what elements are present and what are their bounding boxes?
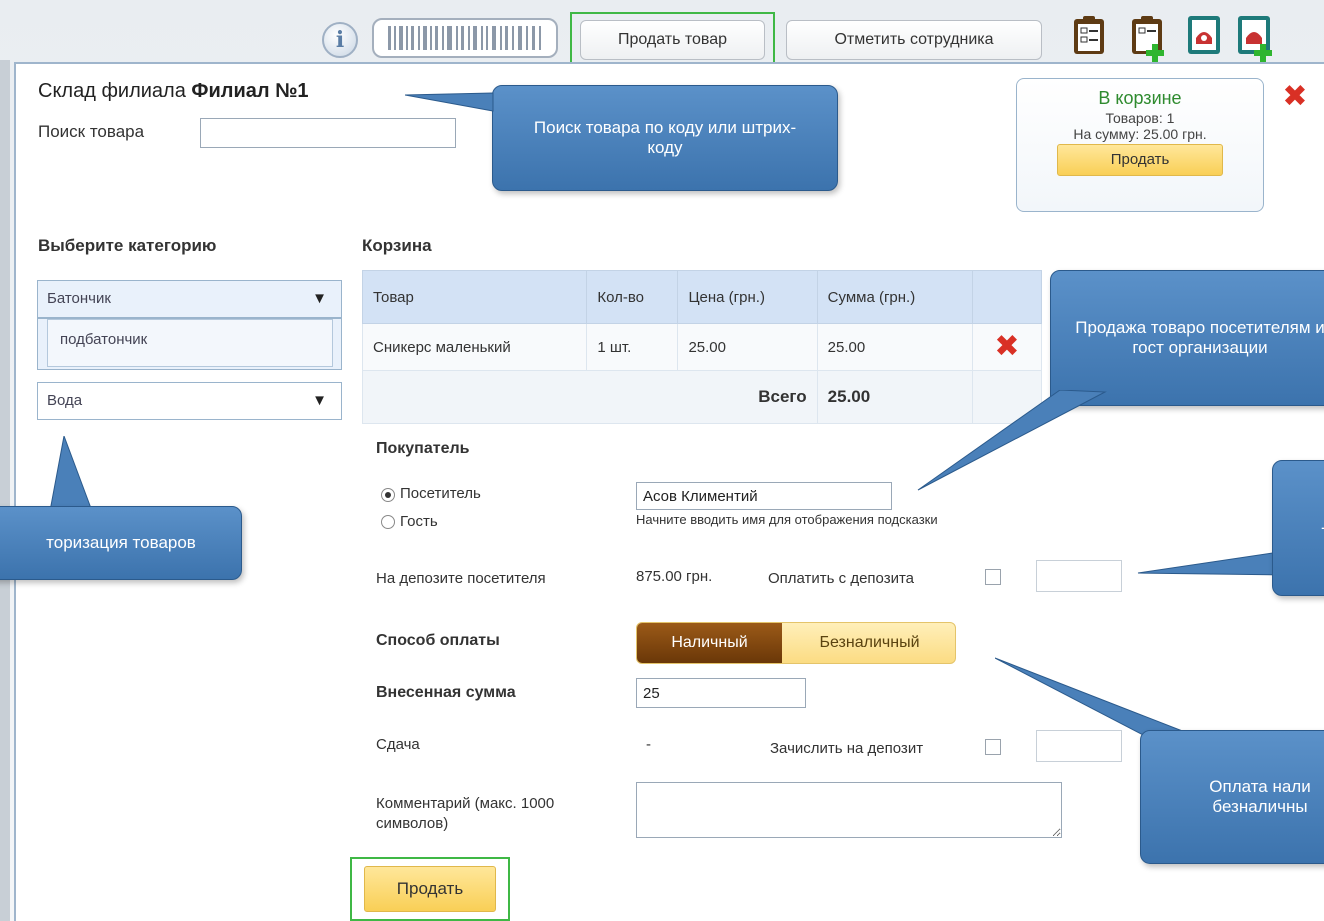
pay-from-deposit-label: Оплатить с депозита bbox=[768, 570, 915, 587]
table-header-row: Товар Кол-во Цена (грн.) Сумма (грн.) bbox=[361, 270, 1043, 324]
credit-deposit-checkbox[interactable] bbox=[985, 739, 1001, 755]
chevron-down-icon: ▼ bbox=[312, 392, 327, 409]
column-header: Цена (грн.) bbox=[677, 270, 818, 324]
table-row: Сникерс маленький 1 шт. 25.00 25.00 ✖ bbox=[361, 323, 1043, 371]
column-header-actions bbox=[971, 270, 1043, 324]
remove-item-icon[interactable]: ✖ bbox=[994, 332, 1019, 362]
phone-book-add-icon[interactable] bbox=[1236, 14, 1272, 62]
callout-categories: торизация товаров bbox=[0, 506, 242, 580]
title-prefix: Склад филиала bbox=[38, 80, 186, 102]
sell-product-button[interactable]: Продать товар bbox=[580, 20, 765, 60]
radio-dot bbox=[385, 492, 391, 498]
column-header: Кол-во bbox=[586, 270, 679, 324]
comment-textarea[interactable] bbox=[636, 782, 1062, 838]
category-podbatonchik[interactable]: подбатончик bbox=[37, 318, 342, 370]
cell-sum: 25.00 bbox=[816, 323, 973, 371]
change-label: Сдача bbox=[376, 736, 420, 753]
deposit-label: На депозите посетителя bbox=[376, 570, 546, 587]
paid-amount-label: Внесенная сумма bbox=[376, 684, 516, 701]
buyer-hint: Начните вводить имя для отображения подс… bbox=[636, 512, 938, 527]
credit-deposit-input[interactable] bbox=[1036, 730, 1122, 762]
pay-from-deposit-checkbox[interactable] bbox=[985, 569, 1001, 585]
cell-remove: ✖ bbox=[971, 323, 1043, 371]
callout-sale-to-pointer bbox=[917, 390, 1107, 491]
cart-summary-amount: На сумму: 25.00 грн. bbox=[1073, 126, 1207, 142]
cell-qty: 1 шт. bbox=[586, 323, 679, 371]
phone-book-icon[interactable] bbox=[1186, 14, 1220, 54]
deposit-amount-input[interactable] bbox=[1036, 560, 1122, 592]
cart-summary-title: В корзине bbox=[1098, 88, 1182, 108]
callout-payment: Оплата нали безналичны bbox=[1140, 730, 1324, 864]
submit-sell-button[interactable]: Продать bbox=[364, 866, 496, 912]
page-title: Склад филиала Филиал №1 bbox=[38, 80, 309, 103]
page-edge bbox=[0, 60, 10, 921]
credit-deposit-label: Зачислить на депозит bbox=[770, 740, 924, 757]
cell-price: 25.00 bbox=[677, 323, 818, 371]
search-label: Поиск товара bbox=[38, 122, 145, 141]
callout-search-pointer bbox=[405, 92, 494, 112]
change-value: - bbox=[646, 736, 651, 753]
payment-cash-button[interactable]: Наличный bbox=[637, 623, 782, 663]
barcode-icon bbox=[388, 26, 541, 50]
clipboard-list-icon[interactable] bbox=[1072, 14, 1106, 54]
callout-categories-pointer bbox=[49, 436, 93, 512]
branch-name: Филиал №1 bbox=[191, 80, 309, 102]
deposit-value: 875.00 грн. bbox=[636, 568, 713, 585]
callout-sale-to: Продажа товаро посетителям и гост органи… bbox=[1050, 270, 1324, 406]
buyer-name-input[interactable] bbox=[636, 482, 892, 510]
radio-guest[interactable] bbox=[381, 515, 395, 529]
column-header: Сумма (грн.) bbox=[816, 270, 973, 324]
top-toolbar: i Продать товар Отметить сотрудника bbox=[0, 0, 1324, 77]
category-batonchik[interactable]: Батончик ▼ bbox=[37, 280, 342, 318]
cell-product: Сникерс маленький bbox=[361, 323, 588, 371]
cart-summary-sell-button[interactable]: Продать bbox=[1057, 144, 1223, 176]
radio-visitor[interactable] bbox=[381, 488, 395, 502]
cart-summary-items: Товаров: 1 bbox=[1105, 110, 1175, 126]
payment-method-label: Способ оплаты bbox=[376, 632, 500, 649]
callout-deposit: - bbox=[1272, 460, 1324, 596]
info-icon[interactable]: i bbox=[322, 22, 358, 58]
cart-heading: Корзина bbox=[362, 236, 432, 255]
cart-summary: В корзине Товаров: 1 На сумму: 25.00 грн… bbox=[1016, 78, 1264, 212]
radio-visitor-label: Посетитель bbox=[400, 485, 481, 502]
column-header: Товар bbox=[361, 270, 588, 324]
category-label: подбатончик bbox=[60, 331, 148, 348]
comment-label: Комментарий (макс. 1000 символов) bbox=[376, 795, 555, 832]
barcode-scanner-button[interactable] bbox=[372, 18, 558, 58]
close-icon[interactable]: ✖ bbox=[1278, 82, 1312, 116]
categories-heading: Выберите категорию bbox=[38, 236, 217, 255]
buyer-heading: Покупатель bbox=[376, 440, 470, 457]
chevron-down-icon: ▼ bbox=[312, 290, 327, 307]
category-label: Вода bbox=[47, 392, 83, 409]
radio-guest-label: Гость bbox=[400, 513, 438, 530]
category-label: Батончик bbox=[47, 290, 111, 307]
callout-search: Поиск товара по коду или штрих-коду bbox=[492, 85, 838, 191]
payment-method-toggle: Наличный Безналичный bbox=[636, 622, 956, 664]
callout-payment-pointer bbox=[995, 657, 1186, 737]
mark-employee-button[interactable]: Отметить сотрудника bbox=[786, 20, 1042, 60]
clipboard-add-icon[interactable] bbox=[1130, 14, 1164, 62]
paid-amount-input[interactable] bbox=[636, 678, 806, 708]
total-label: Всего bbox=[362, 370, 818, 424]
payment-cashless-button[interactable]: Безналичный bbox=[782, 623, 955, 663]
category-voda[interactable]: Вода ▼ bbox=[37, 382, 342, 420]
